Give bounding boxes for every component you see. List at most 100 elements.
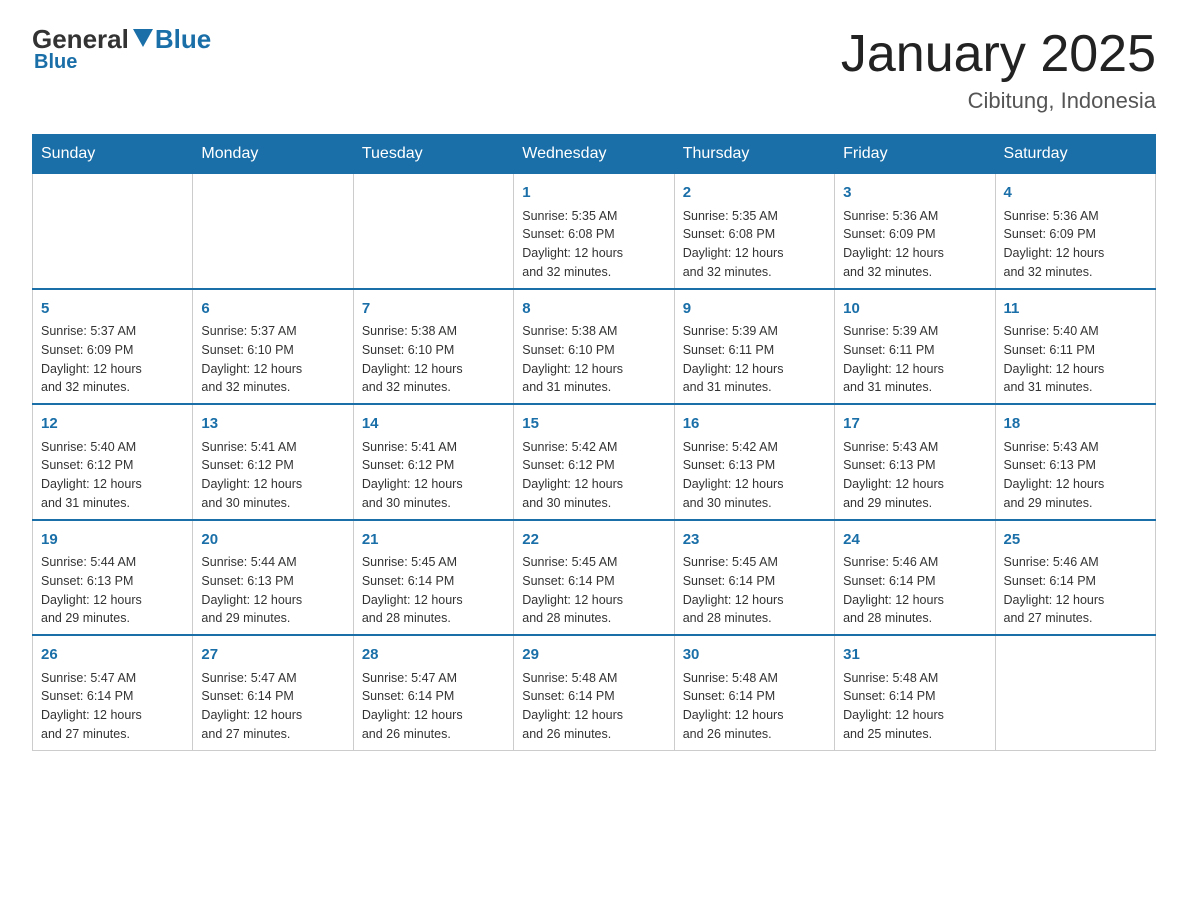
day-number: 13	[201, 413, 344, 436]
calendar-cell: 12Sunrise: 5:40 AM Sunset: 6:12 PM Dayli…	[33, 404, 193, 520]
day-info: Sunrise: 5:45 AM Sunset: 6:14 PM Dayligh…	[683, 553, 826, 628]
col-thursday: Thursday	[674, 135, 834, 174]
calendar-cell: 13Sunrise: 5:41 AM Sunset: 6:12 PM Dayli…	[193, 404, 353, 520]
day-info: Sunrise: 5:47 AM Sunset: 6:14 PM Dayligh…	[201, 669, 344, 744]
calendar-cell: 14Sunrise: 5:41 AM Sunset: 6:12 PM Dayli…	[353, 404, 513, 520]
calendar-cell: 22Sunrise: 5:45 AM Sunset: 6:14 PM Dayli…	[514, 520, 674, 636]
day-number: 26	[41, 644, 184, 667]
day-info: Sunrise: 5:42 AM Sunset: 6:12 PM Dayligh…	[522, 438, 665, 513]
calendar-week-row: 26Sunrise: 5:47 AM Sunset: 6:14 PM Dayli…	[33, 635, 1156, 750]
day-number: 9	[683, 298, 826, 321]
calendar-cell	[33, 174, 193, 289]
day-info: Sunrise: 5:35 AM Sunset: 6:08 PM Dayligh…	[522, 207, 665, 282]
calendar-cell: 27Sunrise: 5:47 AM Sunset: 6:14 PM Dayli…	[193, 635, 353, 750]
calendar-cell: 7Sunrise: 5:38 AM Sunset: 6:10 PM Daylig…	[353, 289, 513, 405]
day-number: 3	[843, 182, 986, 205]
day-info: Sunrise: 5:40 AM Sunset: 6:11 PM Dayligh…	[1004, 322, 1147, 397]
logo-triangle-icon	[133, 29, 153, 47]
day-number: 20	[201, 529, 344, 552]
day-info: Sunrise: 5:45 AM Sunset: 6:14 PM Dayligh…	[522, 553, 665, 628]
day-info: Sunrise: 5:41 AM Sunset: 6:12 PM Dayligh…	[201, 438, 344, 513]
day-number: 21	[362, 529, 505, 552]
day-number: 11	[1004, 298, 1147, 321]
calendar-cell: 25Sunrise: 5:46 AM Sunset: 6:14 PM Dayli…	[995, 520, 1155, 636]
day-number: 23	[683, 529, 826, 552]
day-number: 18	[1004, 413, 1147, 436]
calendar-cell: 19Sunrise: 5:44 AM Sunset: 6:13 PM Dayli…	[33, 520, 193, 636]
calendar-cell: 16Sunrise: 5:42 AM Sunset: 6:13 PM Dayli…	[674, 404, 834, 520]
calendar-cell: 23Sunrise: 5:45 AM Sunset: 6:14 PM Dayli…	[674, 520, 834, 636]
calendar-week-row: 5Sunrise: 5:37 AM Sunset: 6:09 PM Daylig…	[33, 289, 1156, 405]
day-number: 25	[1004, 529, 1147, 552]
logo-blue-word: Blue	[155, 24, 211, 55]
day-info: Sunrise: 5:39 AM Sunset: 6:11 PM Dayligh…	[843, 322, 986, 397]
day-info: Sunrise: 5:47 AM Sunset: 6:14 PM Dayligh…	[41, 669, 184, 744]
day-number: 1	[522, 182, 665, 205]
calendar-cell: 5Sunrise: 5:37 AM Sunset: 6:09 PM Daylig…	[33, 289, 193, 405]
day-info: Sunrise: 5:40 AM Sunset: 6:12 PM Dayligh…	[41, 438, 184, 513]
calendar-cell: 11Sunrise: 5:40 AM Sunset: 6:11 PM Dayli…	[995, 289, 1155, 405]
day-info: Sunrise: 5:43 AM Sunset: 6:13 PM Dayligh…	[1004, 438, 1147, 513]
day-info: Sunrise: 5:37 AM Sunset: 6:10 PM Dayligh…	[201, 322, 344, 397]
calendar-cell	[193, 174, 353, 289]
day-info: Sunrise: 5:48 AM Sunset: 6:14 PM Dayligh…	[843, 669, 986, 744]
day-info: Sunrise: 5:42 AM Sunset: 6:13 PM Dayligh…	[683, 438, 826, 513]
day-info: Sunrise: 5:44 AM Sunset: 6:13 PM Dayligh…	[41, 553, 184, 628]
col-wednesday: Wednesday	[514, 135, 674, 174]
calendar-cell: 1Sunrise: 5:35 AM Sunset: 6:08 PM Daylig…	[514, 174, 674, 289]
col-tuesday: Tuesday	[353, 135, 513, 174]
day-number: 16	[683, 413, 826, 436]
day-number: 12	[41, 413, 184, 436]
day-number: 31	[843, 644, 986, 667]
day-number: 28	[362, 644, 505, 667]
day-info: Sunrise: 5:46 AM Sunset: 6:14 PM Dayligh…	[1004, 553, 1147, 628]
title-area: January 2025 Cibitung, Indonesia	[841, 24, 1156, 114]
calendar-cell: 3Sunrise: 5:36 AM Sunset: 6:09 PM Daylig…	[835, 174, 995, 289]
logo: General Blue Blue	[32, 24, 211, 74]
calendar-cell: 10Sunrise: 5:39 AM Sunset: 6:11 PM Dayli…	[835, 289, 995, 405]
day-info: Sunrise: 5:45 AM Sunset: 6:14 PM Dayligh…	[362, 553, 505, 628]
day-info: Sunrise: 5:37 AM Sunset: 6:09 PM Dayligh…	[41, 322, 184, 397]
day-info: Sunrise: 5:43 AM Sunset: 6:13 PM Dayligh…	[843, 438, 986, 513]
day-info: Sunrise: 5:48 AM Sunset: 6:14 PM Dayligh…	[683, 669, 826, 744]
day-number: 8	[522, 298, 665, 321]
calendar-cell: 9Sunrise: 5:39 AM Sunset: 6:11 PM Daylig…	[674, 289, 834, 405]
calendar-cell: 28Sunrise: 5:47 AM Sunset: 6:14 PM Dayli…	[353, 635, 513, 750]
day-info: Sunrise: 5:38 AM Sunset: 6:10 PM Dayligh…	[362, 322, 505, 397]
day-info: Sunrise: 5:36 AM Sunset: 6:09 PM Dayligh…	[843, 207, 986, 282]
day-info: Sunrise: 5:41 AM Sunset: 6:12 PM Dayligh…	[362, 438, 505, 513]
calendar-cell: 26Sunrise: 5:47 AM Sunset: 6:14 PM Dayli…	[33, 635, 193, 750]
calendar-week-row: 12Sunrise: 5:40 AM Sunset: 6:12 PM Dayli…	[33, 404, 1156, 520]
col-saturday: Saturday	[995, 135, 1155, 174]
calendar-cell: 2Sunrise: 5:35 AM Sunset: 6:08 PM Daylig…	[674, 174, 834, 289]
calendar-cell	[353, 174, 513, 289]
day-number: 29	[522, 644, 665, 667]
day-number: 27	[201, 644, 344, 667]
day-number: 22	[522, 529, 665, 552]
day-number: 14	[362, 413, 505, 436]
day-info: Sunrise: 5:46 AM Sunset: 6:14 PM Dayligh…	[843, 553, 986, 628]
day-number: 15	[522, 413, 665, 436]
col-monday: Monday	[193, 135, 353, 174]
calendar-cell: 15Sunrise: 5:42 AM Sunset: 6:12 PM Dayli…	[514, 404, 674, 520]
calendar-cell	[995, 635, 1155, 750]
day-info: Sunrise: 5:47 AM Sunset: 6:14 PM Dayligh…	[362, 669, 505, 744]
page-subtitle: Cibitung, Indonesia	[841, 88, 1156, 114]
page-header: General Blue Blue January 2025 Cibitung,…	[32, 24, 1156, 114]
calendar-header-row: Sunday Monday Tuesday Wednesday Thursday…	[33, 135, 1156, 174]
day-number: 2	[683, 182, 826, 205]
day-info: Sunrise: 5:44 AM Sunset: 6:13 PM Dayligh…	[201, 553, 344, 628]
calendar-cell: 30Sunrise: 5:48 AM Sunset: 6:14 PM Dayli…	[674, 635, 834, 750]
calendar-cell: 31Sunrise: 5:48 AM Sunset: 6:14 PM Dayli…	[835, 635, 995, 750]
day-number: 17	[843, 413, 986, 436]
day-number: 30	[683, 644, 826, 667]
day-info: Sunrise: 5:39 AM Sunset: 6:11 PM Dayligh…	[683, 322, 826, 397]
calendar-table: Sunday Monday Tuesday Wednesday Thursday…	[32, 134, 1156, 751]
calendar-cell: 8Sunrise: 5:38 AM Sunset: 6:10 PM Daylig…	[514, 289, 674, 405]
col-sunday: Sunday	[33, 135, 193, 174]
calendar-week-row: 1Sunrise: 5:35 AM Sunset: 6:08 PM Daylig…	[33, 174, 1156, 289]
day-number: 6	[201, 298, 344, 321]
day-number: 19	[41, 529, 184, 552]
day-number: 24	[843, 529, 986, 552]
calendar-cell: 24Sunrise: 5:46 AM Sunset: 6:14 PM Dayli…	[835, 520, 995, 636]
